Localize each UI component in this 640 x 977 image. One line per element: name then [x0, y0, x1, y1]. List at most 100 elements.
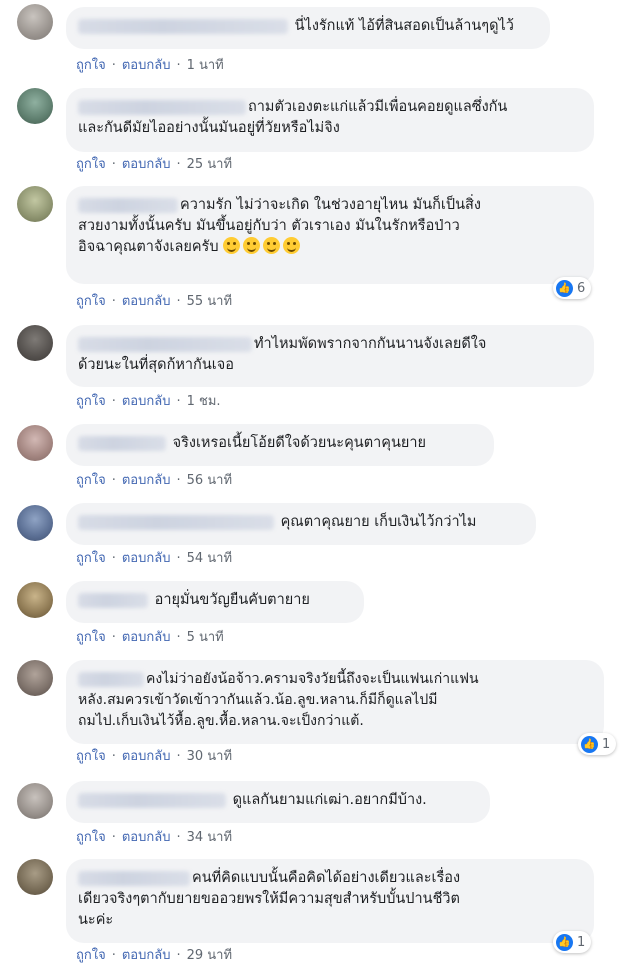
- comment-text-line: หลัง.สมควรเข้าวัดเข้าวากันแล้ว.น้อ.ลูข.ห…: [78, 692, 438, 708]
- avatar[interactable]: [17, 186, 53, 222]
- comment-text: จริงเหรอเนี้ยโอ้ยดีใจด้วยนะคุนตาคุนยาย: [172, 435, 427, 451]
- avatar[interactable]: [17, 425, 53, 461]
- timestamp[interactable]: 54 นาที: [187, 551, 232, 566]
- reaction-count[interactable]: 👍 1: [578, 733, 617, 755]
- comment-actions: ถูกใจ · ตอบกลับ · 1 นาที: [76, 58, 224, 73]
- comment-text: อายุมั่นขวัญยืนคับตายาย: [154, 592, 310, 608]
- comment-text-line: เดียวจริงๆตากับยายขออวยพรให้มีความสุขสำห…: [78, 891, 460, 907]
- timestamp[interactable]: 34 นาที: [187, 830, 232, 845]
- commenter-name[interactable]: [78, 336, 252, 352]
- thumbs-up-icon: 👍: [556, 279, 573, 297]
- timestamp[interactable]: 29 นาที: [187, 948, 232, 963]
- timestamp[interactable]: 1 ชม.: [187, 394, 221, 409]
- commenter-name[interactable]: [78, 671, 144, 687]
- comment-text-line: ถมไป.เก็บเงินไว้หื้อ.ลูข.หื้อ.หลาน.จะเป็…: [78, 713, 364, 729]
- smile-emoji-icon: [283, 237, 301, 254]
- comment-text-line: นะค่ะ: [78, 912, 114, 928]
- like-link[interactable]: ถูกใจ: [76, 948, 106, 963]
- comment-text: ดูแลกันยามแก่เฒ่า.อยากมีบ้าง.: [232, 792, 427, 808]
- comment-actions: ถูกใจ · ตอบกลับ · 56 นาที: [76, 473, 233, 488]
- timestamp[interactable]: 5 นาที: [187, 630, 224, 645]
- comment-text: คุณตาคุณยาย เก็บเงินไว้กว่าไม: [280, 514, 477, 530]
- avatar[interactable]: [17, 88, 53, 124]
- comment-text-line: คงไม่ว่าอยังน้อจ้าว.ครามจริงวัยนี้ถึงจะเ…: [146, 671, 479, 687]
- commenter-name[interactable]: [78, 99, 246, 115]
- reaction-count[interactable]: 👍 1: [553, 931, 592, 953]
- comment-bubble: ดูแลกันยามแก่เฒ่า.อยากมีบ้าง.: [66, 781, 490, 823]
- commenter-name[interactable]: [78, 435, 166, 451]
- timestamp[interactable]: 1 นาที: [187, 58, 224, 73]
- avatar[interactable]: [17, 4, 53, 40]
- comment-bubble: คุณตาคุณยาย เก็บเงินไว้กว่าไม: [66, 503, 536, 545]
- like-link[interactable]: ถูกใจ: [76, 830, 106, 845]
- like-link[interactable]: ถูกใจ: [76, 294, 106, 309]
- comment-bubble: อายุมั่นขวัญยืนคับตายาย: [66, 581, 364, 623]
- comment-actions: ถูกใจ · ตอบกลับ · 1 ชม.: [76, 394, 221, 409]
- comment-text-line: ด้วยนะในที่สุดก้หากันเจอ: [78, 357, 234, 373]
- comment-text: นี่ไงรักแท้ ไอ้ที่สินสอดเป็นล้านๆดูไว้: [294, 18, 514, 34]
- comment-actions: ถูกใจ · ตอบกลับ · 30 นาที: [76, 749, 233, 764]
- reply-link[interactable]: ตอบกลับ: [122, 394, 171, 409]
- like-link[interactable]: ถูกใจ: [76, 473, 106, 488]
- avatar[interactable]: [17, 660, 53, 696]
- comment-actions: ถูกใจ · ตอบกลับ · 5 นาที: [76, 630, 224, 645]
- reaction-number: 6: [577, 280, 586, 296]
- avatar[interactable]: [17, 783, 53, 819]
- commenter-name[interactable]: [78, 514, 274, 530]
- comment-bubble: ความรัก ไม่ว่าจะเกิด ในช่วงอายุไหน มันก็…: [66, 186, 594, 284]
- comment-text-line: และกันดีมัยไออย่างนั้นมันอยู่ที่วัยหรือไ…: [78, 120, 340, 136]
- like-link[interactable]: ถูกใจ: [76, 749, 106, 764]
- comment-text-line: ถามตัวเองตะแก่แล้วมีเพื่อนคอยดูแลซึ่งกัน: [248, 99, 508, 115]
- commenter-name[interactable]: [78, 197, 178, 213]
- reaction-number: 1: [602, 736, 611, 752]
- like-link[interactable]: ถูกใจ: [76, 630, 106, 645]
- like-link[interactable]: ถูกใจ: [76, 157, 106, 172]
- timestamp[interactable]: 30 นาที: [187, 749, 232, 764]
- reaction-count[interactable]: 👍 6: [553, 277, 592, 299]
- reply-link[interactable]: ตอบกลับ: [122, 630, 171, 645]
- comment-bubble: ทำไหมพัดพรากจากกันนานจังเลยดีใจ ด้วยนะใน…: [66, 325, 594, 387]
- smile-emoji-icon: [223, 237, 241, 254]
- reply-link[interactable]: ตอบกลับ: [122, 948, 171, 963]
- commenter-name[interactable]: [78, 792, 226, 808]
- commenter-name[interactable]: [78, 18, 288, 34]
- comment-actions: ถูกใจ · ตอบกลับ · 54 นาที: [76, 551, 233, 566]
- comment-actions: ถูกใจ · ตอบกลับ · 55 นาที: [76, 294, 233, 309]
- avatar[interactable]: [17, 859, 53, 895]
- reply-link[interactable]: ตอบกลับ: [122, 294, 171, 309]
- avatar[interactable]: [17, 325, 53, 361]
- comment-bubble: คงไม่ว่าอยังน้อจ้าว.ครามจริงวัยนี้ถึงจะเ…: [66, 660, 604, 744]
- reaction-number: 1: [577, 934, 586, 950]
- thumbs-up-icon: 👍: [556, 933, 573, 951]
- comment-text-line: คนที่คิดแบบนั้นคือคิดได้อย่างเดียวและเรื…: [192, 870, 461, 886]
- comment-actions: ถูกใจ · ตอบกลับ · 25 นาที: [76, 157, 233, 172]
- comment-bubble: จริงเหรอเนี้ยโอ้ยดีใจด้วยนะคุนตาคุนยาย: [66, 424, 494, 466]
- smile-emoji-icon: [263, 237, 281, 254]
- comment-text-line: ความรัก ไม่ว่าจะเกิด ในช่วงอายุไหน มันก็…: [180, 197, 481, 213]
- like-link[interactable]: ถูกใจ: [76, 394, 106, 409]
- reply-link[interactable]: ตอบกลับ: [122, 157, 171, 172]
- comment-text-line: อิจฉาคุณตาจังเลยครับ: [78, 239, 219, 255]
- timestamp[interactable]: 25 นาที: [187, 157, 232, 172]
- timestamp[interactable]: 56 นาที: [187, 473, 232, 488]
- comment-bubble: นี่ไงรักแท้ ไอ้ที่สินสอดเป็นล้านๆดูไว้: [66, 7, 550, 49]
- like-link[interactable]: ถูกใจ: [76, 58, 106, 73]
- comment-actions: ถูกใจ · ตอบกลับ · 29 นาที: [76, 948, 233, 963]
- comment-actions: ถูกใจ · ตอบกลับ · 34 นาที: [76, 830, 233, 845]
- avatar[interactable]: [17, 505, 53, 541]
- reply-link[interactable]: ตอบกลับ: [122, 749, 171, 764]
- comment-text-line: สวยงามทั้งนั้นครับ มันขึ้นอยู่กับว่า ตัว…: [78, 218, 460, 234]
- avatar[interactable]: [17, 582, 53, 618]
- timestamp[interactable]: 55 นาที: [187, 294, 232, 309]
- comment-bubble: ถามตัวเองตะแก่แล้วมีเพื่อนคอยดูแลซึ่งกัน…: [66, 88, 594, 152]
- comment-bubble: คนที่คิดแบบนั้นคือคิดได้อย่างเดียวและเรื…: [66, 859, 594, 943]
- comment-text-line: ทำไหมพัดพรากจากกันนานจังเลยดีใจ: [254, 336, 487, 352]
- thumbs-up-icon: 👍: [581, 735, 598, 753]
- commenter-name[interactable]: [78, 870, 190, 886]
- commenter-name[interactable]: [78, 592, 148, 608]
- like-link[interactable]: ถูกใจ: [76, 551, 106, 566]
- reply-link[interactable]: ตอบกลับ: [122, 551, 171, 566]
- reply-link[interactable]: ตอบกลับ: [122, 473, 171, 488]
- reply-link[interactable]: ตอบกลับ: [122, 830, 171, 845]
- reply-link[interactable]: ตอบกลับ: [122, 58, 171, 73]
